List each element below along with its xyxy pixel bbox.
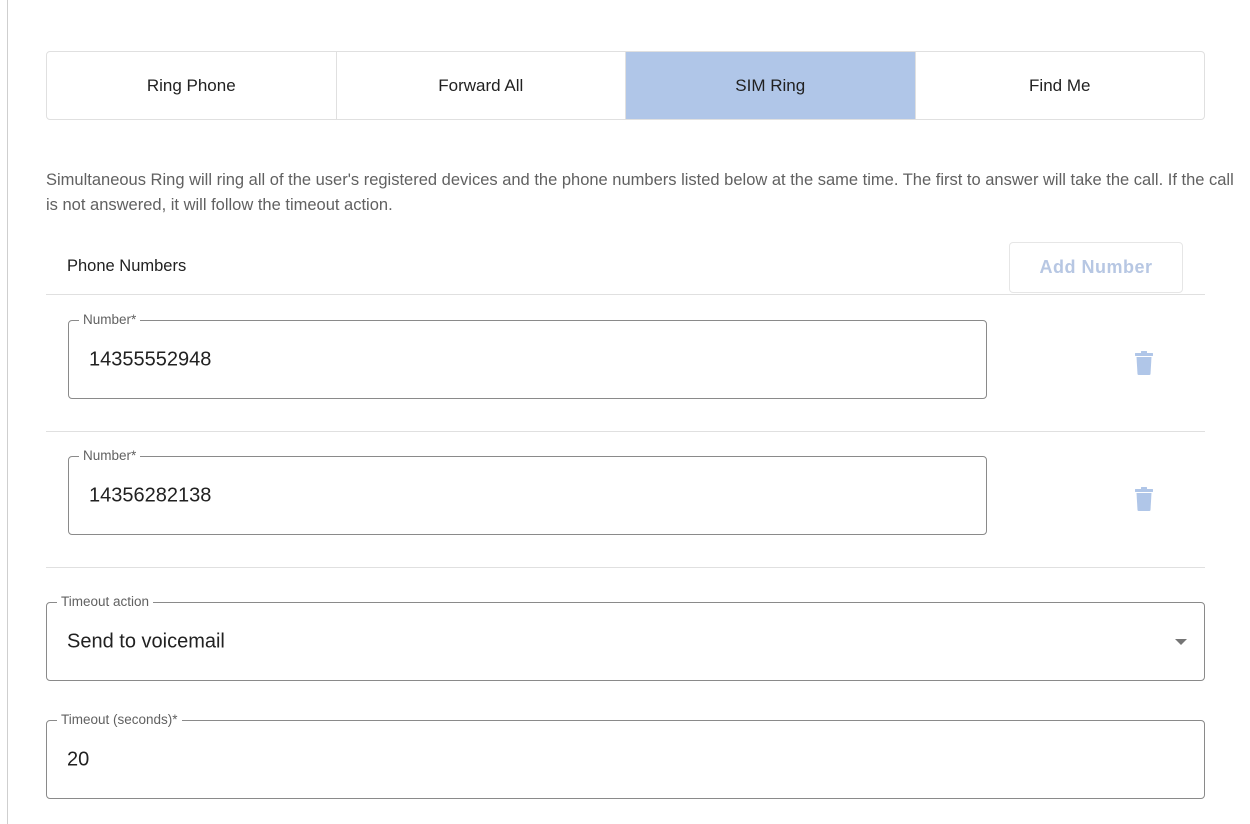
tab-ring-phone[interactable]: Ring Phone (47, 52, 337, 119)
timeout-seconds-field[interactable]: Timeout (seconds)* 20 (46, 712, 1205, 799)
timeout-seconds-value: 20 (67, 748, 90, 770)
phone-numbers-header: Phone Numbers Add Number (46, 242, 1205, 295)
number-field[interactable]: Number* 14356282138 (68, 448, 987, 535)
number-field-label: Number* (79, 448, 141, 464)
sim-ring-description: Simultaneous Ring will ring all of the u… (46, 171, 1234, 214)
caret-down-icon (1175, 639, 1187, 645)
tab-forward-all[interactable]: Forward All (337, 52, 626, 119)
number-field-value: 14355552948 (89, 348, 212, 370)
number-field-value: 14356282138 (89, 484, 212, 506)
number-field-label: Number* (79, 312, 141, 328)
phone-numbers-title: Phone Numbers (67, 257, 187, 275)
trash-icon[interactable] (1134, 487, 1154, 511)
phone-number-row: Number* 14356282138 (46, 432, 1205, 568)
trash-icon[interactable] (1134, 351, 1154, 375)
timeout-seconds-label: Timeout (seconds)* (57, 712, 182, 728)
ring-mode-tabs: Ring Phone Forward All SIM Ring Find Me (46, 51, 1205, 120)
timeout-action-value: Send to voicemail (67, 630, 225, 652)
phone-number-row: Number* 14355552948 (46, 296, 1205, 432)
timeout-action-label: Timeout action (57, 594, 154, 610)
timeout-action-select[interactable]: Timeout action Send to voicemail (46, 594, 1205, 681)
tab-find-me[interactable]: Find Me (916, 52, 1205, 119)
left-divider (7, 0, 8, 824)
tab-sim-ring[interactable]: SIM Ring (626, 52, 916, 119)
number-field[interactable]: Number* 14355552948 (68, 312, 987, 399)
add-number-button[interactable]: Add Number (1009, 242, 1183, 293)
